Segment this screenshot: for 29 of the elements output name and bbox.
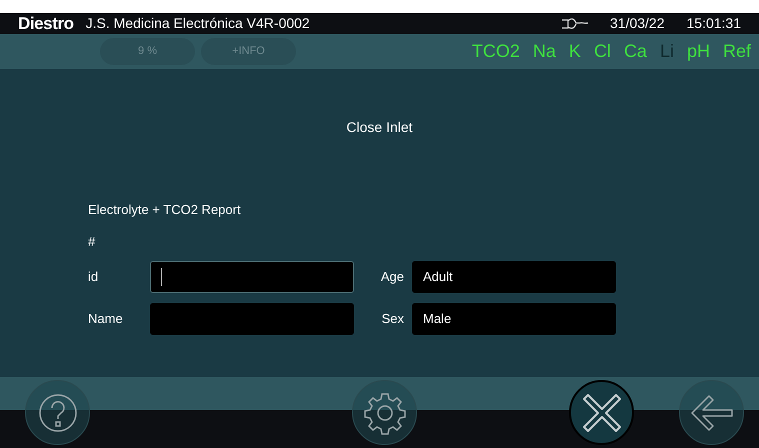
input-field[interactable]: Adult <box>412 261 616 293</box>
analyte-indicator: pH <box>686 40 710 63</box>
field-label: Age <box>380 268 405 286</box>
analyte-indicator: Na <box>532 40 556 63</box>
field-label: id <box>88 268 100 286</box>
analyte-indicator: K <box>568 40 581 63</box>
help-icon <box>38 392 78 432</box>
field-label: Sex <box>382 310 405 328</box>
time-label: 15:01:31 <box>686 14 741 33</box>
field-value: Male <box>423 310 452 328</box>
input-field[interactable]: Male <box>412 303 616 335</box>
back-arrow-icon <box>688 392 734 432</box>
field-value: Adult <box>423 268 453 286</box>
analyte-indicator: TCO2 <box>472 40 520 63</box>
analyte-indicator: Ca <box>624 40 647 63</box>
window-title: J.S. Medicina Electrónica V4R-0002 <box>86 14 310 33</box>
input-field[interactable] <box>150 303 354 335</box>
status-message: Close Inlet <box>346 118 413 137</box>
power-plug-icon <box>560 16 590 30</box>
analyte-indicator: Cl <box>594 40 611 63</box>
field-label: Name <box>88 310 124 328</box>
analyte-indicator: Ref <box>722 40 751 63</box>
report-title: Electrolyte + TCO2 Report <box>88 201 241 219</box>
text-cursor <box>161 268 162 286</box>
input-field[interactable] <box>150 261 354 293</box>
number-label: # <box>88 232 96 250</box>
settings-icon <box>362 390 406 434</box>
brand-logo: Diestro <box>18 12 74 35</box>
date-label: 31/03/22 <box>610 14 664 33</box>
